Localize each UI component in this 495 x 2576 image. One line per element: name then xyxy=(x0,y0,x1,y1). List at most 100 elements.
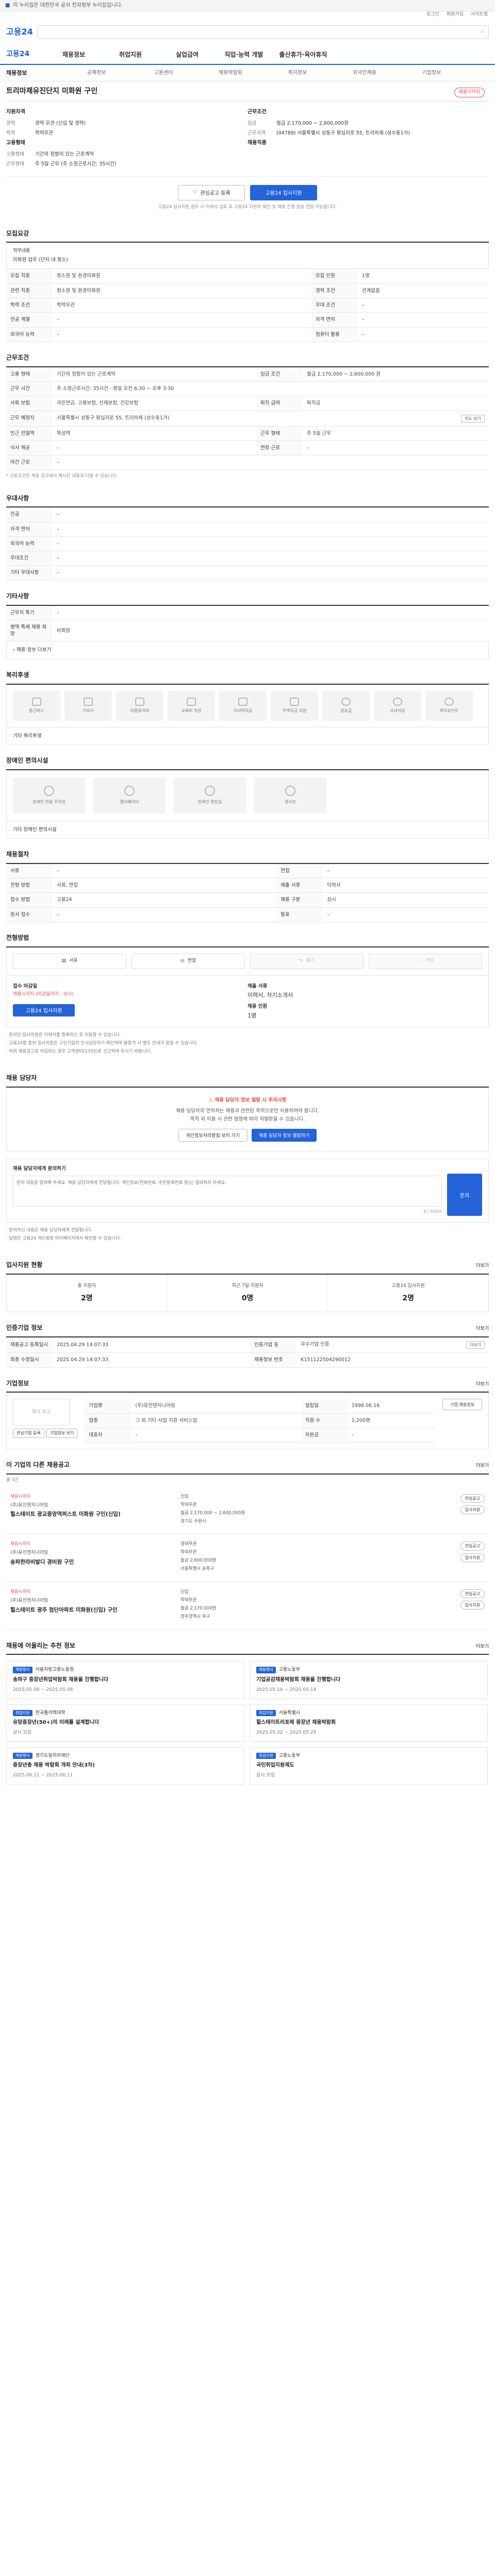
primary-actions: ♡ 관심공고 등록 고용24 입사지원 xyxy=(6,177,489,205)
search-input[interactable] xyxy=(42,28,478,36)
preference-table: 전공 – 자격 면허 – 외국어 능력 – 우대조건 – 기타 우대사항 – xyxy=(6,507,489,581)
summary-value: (04789) 서울특별시 성동구 왕십리로 55, 트리마제 (성수동1가) xyxy=(276,130,410,136)
gnb-item-support[interactable]: 취업지원 xyxy=(102,50,159,59)
other-jobs-section: 이 기업의 다른 채용공고 더보기 총 3건 채용시까지 (주)유진엔지니어링 … xyxy=(6,1449,489,1630)
privacy-policy-button[interactable]: 개인정보처리방침 보러 가기 xyxy=(178,1129,248,1142)
summary-value: 주 5일 근무 (주 소정근로시간: 35시간) xyxy=(35,161,117,167)
welfare-title: 복리후생 xyxy=(6,671,489,685)
map-button[interactable]: 지도 보기 xyxy=(461,414,485,422)
book-icon xyxy=(187,697,196,706)
policy-more-link[interactable]: 더보기 xyxy=(476,1643,489,1650)
table-key: 근무지 특기 xyxy=(6,605,53,620)
table-key: 업종 xyxy=(85,1413,131,1428)
disability-label: 엘리베이터 xyxy=(120,800,139,805)
ask-submit-button[interactable]: 문의 xyxy=(447,1174,482,1216)
summary-row: 학력 학력무관 xyxy=(6,130,241,137)
deadline-label: 접수 마감일 xyxy=(13,983,38,989)
table-value: 그 외 기타 사업 지원 서비스업 xyxy=(131,1413,301,1428)
stat-card: 최근 7일 지원자 0명 xyxy=(168,1275,328,1312)
gnb-item-unemployment[interactable]: 실업급여 xyxy=(159,50,216,59)
job-card-meta: 경력무관 학력무관 월급 2,600,000원 서울특별시 송파구 xyxy=(180,1541,433,1574)
like-button[interactable]: ♡ 관심공고 등록 xyxy=(178,184,245,200)
job-card-meta-item: 월급 2,170,000원 xyxy=(180,1605,217,1611)
gnb-item-training[interactable]: 직업·능력 개발 xyxy=(216,50,272,59)
table-key: 우대 조건 xyxy=(311,298,358,313)
job-card-title[interactable]: 송파한라비발디 경비원 구인 xyxy=(10,1558,180,1566)
company-title: 기업정보 xyxy=(6,1379,29,1387)
deadline-value: 채용시까지 (마감일까지 : 상시) xyxy=(13,992,74,997)
manage-more-link[interactable]: 더보기 xyxy=(476,1326,489,1332)
policy-card[interactable]: 채용행사 경기도일자리재단 중장년층 채용 박람회 개최 안내(3차) 2025.06… xyxy=(6,1747,244,1785)
util-signup[interactable]: 회원가입 xyxy=(447,11,464,19)
job-card-actions: 관심공고 입사지원 xyxy=(433,1494,485,1527)
manage-more-button[interactable]: 더보기 xyxy=(466,1341,485,1349)
other-jobs-more-link[interactable]: 더보기 xyxy=(476,1463,489,1469)
ask-textarea[interactable] xyxy=(13,1175,442,1207)
job-card-apply-button[interactable]: 입사지원 xyxy=(460,1601,485,1610)
table-value: 서울특별시 성동구 왕십리로 55, 트리마제 (성수동1가) 지도 보기 xyxy=(53,411,489,427)
job-card-title[interactable]: 힐스테이트 광주 첨단아파트 미화원(신입) 구인 xyxy=(10,1606,180,1614)
table-value: – xyxy=(53,455,489,470)
follow-company-button[interactable]: 관심기업 등록 xyxy=(13,1429,44,1438)
policy-card[interactable]: 취업지원 한국폴리텍대학 유망중장년(50+)의 미래를 설계합니다 상시 모집 xyxy=(6,1704,244,1742)
policy-card[interactable]: 채용행사 서울지방고용노동청 송파구 중장년취업박람회 채용을 진행합니다 2025.… xyxy=(6,1661,244,1699)
policy-card-period: 2025.06.11 ~ 2025.06.11 xyxy=(13,1773,73,1778)
job-card[interactable]: 채용시까지 (주)유진엔지니어링 힐스테이트 광주 첨단아파트 미화원(신입) … xyxy=(6,1582,489,1630)
apply-notices: · 온라인 입사지원은 이력서를 등록하신 후 이용할 수 있습니다. · 고용… xyxy=(6,1027,489,1062)
company-more-link[interactable]: 더보기 xyxy=(476,1381,489,1388)
table-key: 자격 면허 xyxy=(311,312,358,328)
util-sitemap[interactable]: 사이트맵 xyxy=(471,11,488,19)
welfare-grid: 통근버스 기숙사 차량유지비 교육비 지원 자녀학자금 주택자금 지원 경조금 … xyxy=(6,684,489,727)
search-icon[interactable]: ⌕ xyxy=(481,28,484,36)
table-row: 우대조건 – xyxy=(6,551,489,566)
policy-org: 서울지방고용노동청 xyxy=(35,1667,74,1673)
apply-button[interactable]: 고용24 입사지원 xyxy=(250,184,317,200)
welfare-label: 교육비 지원 xyxy=(181,708,202,713)
stat-label: 최근 7일 지원자 xyxy=(232,1283,263,1289)
table-row: 병역 특례 채용 희망 비희망 xyxy=(6,620,489,642)
job-card-like-button[interactable]: 관심공고 xyxy=(460,1494,485,1503)
tab-foreign[interactable]: 외국인채용 xyxy=(331,70,398,77)
gnb-brand[interactable]: 고용24 xyxy=(6,49,45,60)
policy-tag: 취업지원 xyxy=(256,1709,276,1717)
site-logo[interactable]: 고용24 xyxy=(6,26,37,38)
table-key: 사회 보험 xyxy=(6,396,53,411)
search-box[interactable]: ⌕ xyxy=(37,25,489,39)
tab-fair[interactable]: 채용박람회 xyxy=(197,70,264,77)
table-row: 채용공고 등록일시 2025.04.29 14:07:33 인증기업 등 우수기업 인… xyxy=(6,1337,489,1353)
view-contact-button[interactable]: 채용 담당자 정보 열람하기 xyxy=(251,1129,317,1142)
policy-card[interactable]: 취업지원 서울특별시 힐스테이트리포레 중장년 채용박람회 2025.05.22 ~ … xyxy=(250,1704,488,1742)
company-jobs-button[interactable]: 기업 채용정보 xyxy=(442,1399,482,1411)
global-nav: 고용24 채용정보 취업지원 실업급여 직업·능력 개발 출산휴가·육아휴직 xyxy=(0,45,495,65)
job-card[interactable]: 채용시까지 (주)유진엔지니어링 송파한라비발디 경비원 구인 경력무관 학력무… xyxy=(6,1534,489,1583)
util-login[interactable]: 로그인 xyxy=(426,11,439,19)
policy-card[interactable]: 채용행사 고용노동부 기업공감채용박람회 채용을 진행합니다 2025.05.14 ~… xyxy=(250,1661,488,1699)
table-value: – xyxy=(53,863,277,879)
table-value: 주 5일 근무 xyxy=(303,426,489,442)
table-key: 발표 xyxy=(276,907,323,922)
job-card-like-button[interactable]: 관심공고 xyxy=(460,1589,485,1599)
process-section: 채용절차 서류 – 면접 – 전형 방법 서류, 면접 제출 서류 이력서 접수 방법 고용2… xyxy=(6,839,489,922)
job-card[interactable]: 채용시까지 (주)유진엔지니어링 힐스테이트 광교중앙역퍼스트 미화원 구인(신… xyxy=(6,1487,489,1535)
job-card-apply-button[interactable]: 입사지원 xyxy=(460,1553,485,1562)
graduation-icon xyxy=(238,697,248,706)
table-row: 전형 방법 서류, 면접 제출 서류 이력서 xyxy=(6,878,489,893)
job-card-like-button[interactable]: 관심공고 xyxy=(460,1541,485,1551)
job-card-title[interactable]: 힐스테이트 광교중앙역퍼스트 미화원 구인(신입) xyxy=(10,1511,180,1518)
more-info-box[interactable]: › 채용 정보 더보기 xyxy=(6,641,489,659)
company-info-button[interactable]: 기업정보 보기 xyxy=(46,1429,78,1438)
work-description-box: 직무내용 미화원 업무 (단지 내 청소) xyxy=(6,243,489,269)
tab-welfare[interactable]: 복지정보 xyxy=(264,70,331,77)
stats-more-link[interactable]: 더보기 xyxy=(476,1263,489,1269)
gnb-item-leave[interactable]: 출산휴가·육아휴직 xyxy=(272,50,334,59)
welfare-label: 사내식당 xyxy=(390,708,405,713)
job-card-apply-button[interactable]: 입사지원 xyxy=(460,1505,485,1515)
tab-center[interactable]: 고용센터 xyxy=(130,70,197,77)
policy-card[interactable]: 취업지원 고용노동부 국민취업지원제도 상시 모집 xyxy=(250,1747,488,1785)
apply-button-secondary[interactable]: 고용24 입사지원 xyxy=(13,1004,75,1016)
tab-company[interactable]: 기업정보 xyxy=(398,70,465,77)
tab-public[interactable]: 공채정보 xyxy=(63,70,130,77)
welfare-label: 자녀학자금 xyxy=(233,708,253,713)
gnb-item-jobs[interactable]: 채용정보 xyxy=(45,50,102,59)
table-value: 1998.06.16 xyxy=(347,1399,436,1414)
